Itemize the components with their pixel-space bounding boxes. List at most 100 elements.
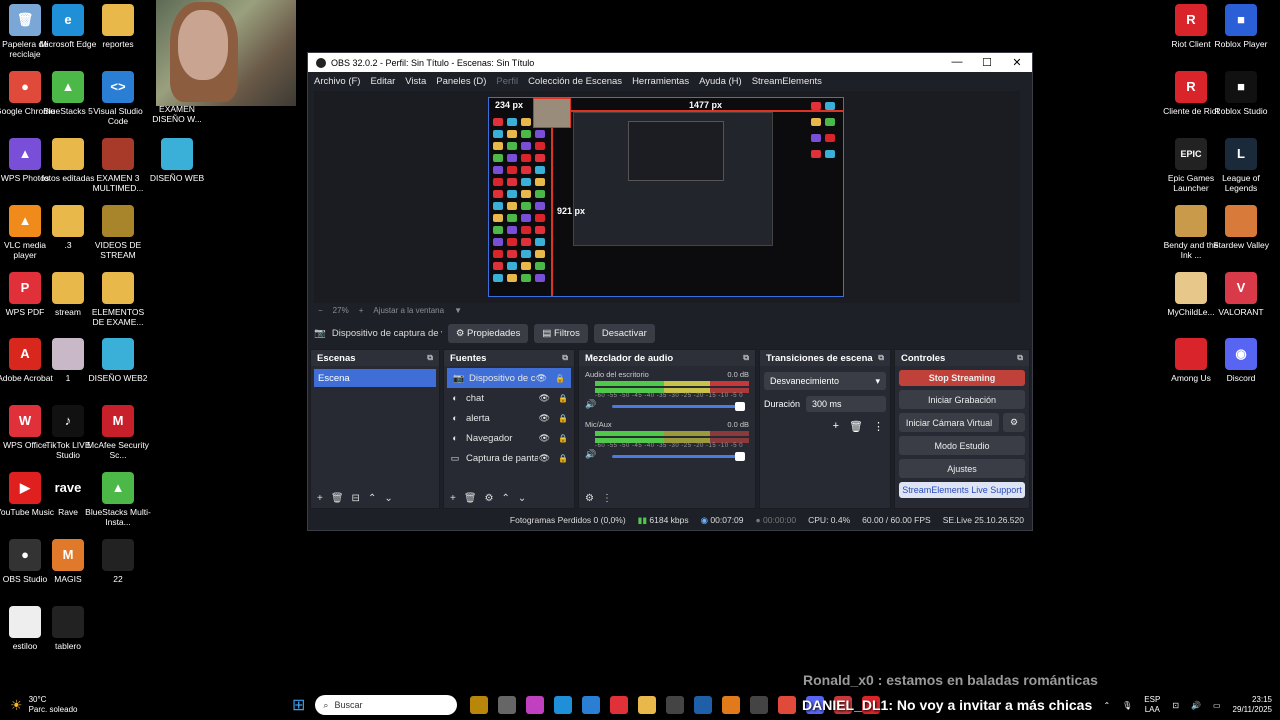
taskbar-app-icon[interactable] [610,696,629,714]
desktop-icon[interactable]: ELEMENTOS DE EXAME... [85,272,151,327]
windows-start-icon[interactable]: ⊞ [292,695,305,715]
taskbar-app-icon[interactable] [554,696,573,714]
filters-button[interactable]: ▤ Filtros [534,323,588,343]
menu-perfil[interactable]: Perfil [496,76,518,87]
desktop-icon[interactable]: tablero [35,606,101,651]
stop-streaming-button[interactable]: Stop Streaming [899,370,1025,386]
transition-select[interactable]: Desvanecimiento ▾ [764,372,886,390]
desktop-icon[interactable]: ■ Roblox Player [1208,4,1274,49]
taskbar-app-icon[interactable] [582,696,601,714]
lock-icon[interactable]: 🔒 [558,394,568,403]
chevron-up-icon[interactable]: ⌃ [502,493,510,504]
taskbar-app-icon[interactable] [750,696,769,714]
preview-area[interactable]: 234 px 1477 px 921 px [314,91,1020,303]
desktop-icon[interactable]: DISEÑO WEB [144,138,210,183]
scene-item[interactable]: Escena [314,369,436,387]
deactivate-button[interactable]: Desactivar [593,323,655,343]
mic-icon[interactable]: 🎙 [1122,701,1132,710]
trash-icon[interactable]: 🗑 [464,493,477,504]
clock[interactable]: 23:15 29/11/2025 [1233,695,1272,715]
menu-vista[interactable]: Vista [405,76,426,87]
battery-icon[interactable]: ▭ [1213,701,1221,710]
zoom-dropdown-icon[interactable]: ▼ [454,306,462,315]
popout-icon[interactable]: ⧉ [427,353,433,363]
taskbar-app-icon[interactable] [722,696,741,714]
desktop-icon[interactable]: 22 [85,539,151,584]
weather-widget[interactable]: ☀ 30°C Parc. soleado [0,695,120,715]
eye-icon[interactable]: 👁 [539,393,550,404]
menu-herramientas[interactable]: Herramientas [632,76,689,87]
minimize-icon[interactable]: — [942,56,972,69]
streamelements-support-button[interactable]: StreamElements Live Support [899,482,1025,498]
preview-canvas[interactable]: 234 px 1477 px 921 px [488,97,844,297]
desktop-icon[interactable]: <> Visual Studio Code [85,71,151,126]
desktop-icon[interactable]: VIDEOS DE STREAM [85,205,151,260]
desktop-icon[interactable]: Stardew Valley [1208,205,1274,250]
search-input[interactable]: ⌕ Buscar [315,695,458,715]
start-recording-button[interactable]: Iniciar Grabación [899,390,1025,409]
taskbar-app-icon[interactable] [694,696,713,714]
taskbar-app-icon[interactable] [470,696,489,714]
desktop-icon[interactable]: ■ Roblox Studio [1208,71,1274,116]
popout-icon[interactable]: ⧉ [562,353,568,363]
zoom-in-button[interactable]: + [359,306,364,315]
popout-icon[interactable]: ⧉ [1017,353,1023,363]
menu-coleccion[interactable]: Colección de Escenas [528,76,622,87]
trash-icon[interactable]: 🗑 [849,420,863,433]
desktop-icon[interactable]: ▲ BlueStacks Multi-Insta... [85,472,151,527]
chevron-down-icon[interactable]: ⌄ [384,493,392,504]
lock-icon[interactable]: 🔒 [555,374,565,383]
desktop-icon[interactable]: V VALORANT [1208,272,1274,317]
duration-input[interactable]: 300 ms [806,396,886,412]
desktop-icon[interactable]: EXAMEN 3 MULTIMED... [85,138,151,193]
add-icon[interactable]: + [450,493,456,504]
add-icon[interactable]: + [833,420,839,433]
virtual-camera-settings-button[interactable]: ⚙ [1003,413,1025,432]
taskbar-app-icon[interactable] [666,696,685,714]
add-icon[interactable]: + [317,493,323,504]
popout-icon[interactable]: ⧉ [878,353,884,363]
lock-icon[interactable]: 🔒 [558,434,568,443]
desktop-icon[interactable]: M McAfee Security Sc... [85,405,151,460]
desktop-icon[interactable]: EXAMEN DISEÑO W... [144,104,210,124]
zoom-out-button[interactable]: − [318,306,323,315]
desktop-icon[interactable]: DISEÑO WEB2 [85,338,151,383]
more-icon[interactable]: ⋮ [602,493,612,504]
eye-icon[interactable]: 👁 [539,453,550,464]
speaker-icon[interactable]: 🔊 [585,449,596,460]
source-item[interactable]: ◐ alerta 👁 🔒 [444,408,574,428]
source-item[interactable]: 📷 Dispositivo de cap👁 🔒 [447,368,571,388]
taskbar-app-icon[interactable] [778,696,797,714]
settings-button[interactable]: Ajustes [899,459,1025,478]
eye-icon[interactable]: 👁 [539,413,550,424]
studio-mode-button[interactable]: Modo Estudio [899,436,1025,455]
popout-icon[interactable]: ⧉ [743,353,749,363]
volume-slider[interactable] [612,402,745,411]
source-item[interactable]: ▭ Captura de panta 👁 🔒 [444,448,574,468]
eye-icon[interactable]: 👁 [539,433,550,444]
taskbar-app-icon[interactable] [526,696,545,714]
menu-archivo[interactable]: Archivo (F) [314,76,360,87]
taskbar-app-icon[interactable] [638,696,657,714]
desktop-icon[interactable]: reportes [85,4,151,49]
menu-paneles[interactable]: Paneles (D) [436,76,486,87]
menu-streamelements[interactable]: StreamElements [752,76,822,87]
language-indicator[interactable]: ESP LAA [1144,695,1160,715]
close-icon[interactable]: ✕ [1002,56,1032,69]
chevron-up-icon[interactable]: ⌃ [1103,701,1110,710]
volume-slider[interactable] [612,452,745,461]
gear-icon[interactable]: ⚙ [585,493,594,504]
properties-button[interactable]: ⚙ Propiedades [447,323,529,343]
taskbar-app-icon[interactable] [498,696,517,714]
source-item[interactable]: ◐ Navegador 👁 🔒 [444,428,574,448]
menu-ayuda[interactable]: Ayuda (H) [699,76,742,87]
speaker-icon[interactable]: 🔊 [585,399,596,410]
trash-icon[interactable]: 🗑 [331,493,344,504]
eye-icon[interactable]: 👁 [536,373,547,384]
filter-icon[interactable]: ⊟ [352,493,360,504]
chevron-down-icon[interactable]: ⌄ [518,493,526,504]
lock-icon[interactable]: 🔒 [558,414,568,423]
desktop-icon[interactable]: ◉ Discord [1208,338,1274,383]
lock-icon[interactable]: 🔒 [558,454,568,463]
network-icon[interactable]: ⊡ [1172,701,1179,710]
